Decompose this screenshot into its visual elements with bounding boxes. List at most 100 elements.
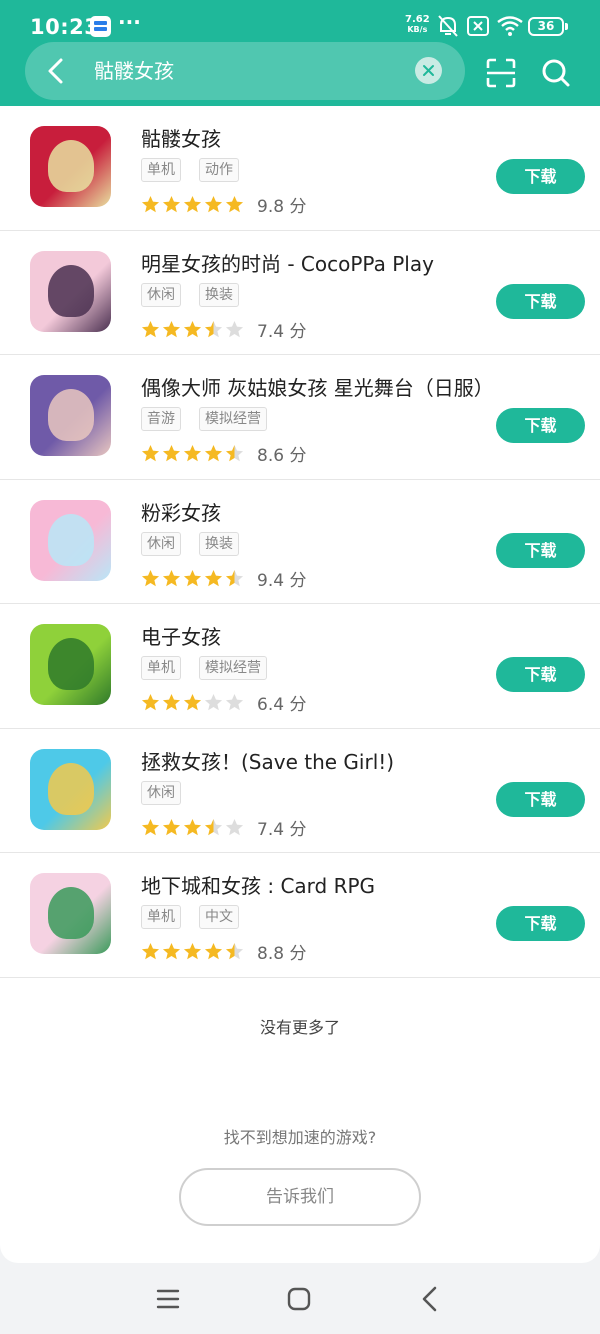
game-icon[interactable] [30,873,111,954]
star-icon [141,569,160,586]
game-tag: 单机 [141,158,181,182]
game-name[interactable]: 骷髅女孩 [141,123,221,152]
star-icon [225,818,244,835]
game-icon[interactable] [30,375,111,456]
download-button[interactable]: 下载 [496,408,585,443]
game-name[interactable]: 电子女孩 [141,621,221,650]
star-icon [225,195,244,213]
game-icon-art [48,264,94,317]
star-icon [225,942,244,960]
recent-apps-icon[interactable] [156,1287,180,1311]
star-icon [162,320,181,337]
game-icon-art [48,140,94,192]
search-bar[interactable] [25,42,465,100]
game-rating: 7.4 分 [141,815,306,840]
no-more-label: 没有更多了 [259,1018,340,1037]
game-row[interactable]: 明星女孩的时尚 - CocoPPa Play 休闲 换装 7.4 分 下载 [0,231,600,355]
game-icon[interactable] [30,499,111,581]
game-tag: 休闲 [141,282,181,307]
download-button[interactable]: 下载 [496,906,585,941]
star-icon [183,942,202,960]
game-icon-art [48,389,94,441]
game-icon[interactable] [30,624,111,705]
game-score: 9.8 分 [257,197,307,217]
star-icon [162,942,181,960]
nav-back-icon[interactable] [420,1285,440,1313]
game-name[interactable]: 拯救女孩！(Save the Girl!) [141,746,394,775]
more-notifications-icon: ··· [118,10,141,34]
game-rating: 7.4 分 [141,317,306,342]
battery-icon: 36 [528,17,568,36]
star-icon [162,569,181,586]
game-icon-art [48,762,94,815]
system-nav-bar [0,1263,600,1334]
game-tag: 单机 [141,905,181,929]
game-tag: 单机 [141,656,181,680]
game-rating: 8.6 分 [141,441,306,466]
game-tag: 音游 [141,407,181,431]
star-icon [141,444,160,462]
game-tags: 单机 中文 [141,905,239,929]
game-row[interactable]: 偶像大师 灰姑娘女孩 星光舞台（日服） 音游 模拟经营 8.6 分 下载 [0,355,600,480]
search-icon[interactable] [541,58,571,88]
game-tags: 休闲 换装 [141,282,239,307]
game-row[interactable]: 粉彩女孩休闲 换装 9.4 分 下载 [0,480,600,604]
game-row[interactable]: 拯救女孩！(Save the Girl!) 休闲 7.4 分 下载 [0,729,600,853]
star-icon [141,942,160,960]
download-button[interactable]: 下载 [496,657,585,692]
game-tags: 单机 动作 [141,158,239,182]
game-icon[interactable] [30,126,111,207]
star-icon [141,320,160,337]
home-icon[interactable] [287,1287,311,1311]
close-icon [423,65,434,76]
game-score: 8.6 分 [257,446,307,466]
game-row[interactable]: 地下城和女孩 : Card RPG 单机 中文 8.8 分 下载 [0,853,600,978]
game-tag: 模拟经营 [199,656,267,680]
game-tag: 休闲 [141,780,181,805]
star-icon [141,818,160,835]
game-name[interactable]: 偶像大师 灰姑娘女孩 星光舞台（日服） [141,372,494,401]
mute-bell-icon [438,15,458,37]
star-icon [225,320,244,337]
game-rating: 6.4 分 [141,690,306,715]
download-button[interactable]: 下载 [496,283,585,319]
game-name[interactable]: 明星女孩的时尚 - CocoPPa Play [141,248,434,277]
game-icon-art [48,513,94,566]
game-score: 7.4 分 [257,819,307,840]
star-icon [162,818,181,835]
game-score: 9.4 分 [257,570,307,591]
game-rating: 9.4 分 [141,566,306,591]
star-icon [204,818,223,835]
game-row[interactable]: 骷髅女孩单机 动作 9.8 分 下载 [0,106,600,231]
game-icon[interactable] [30,748,111,830]
network-speed: 7.62 KB/s [405,14,430,35]
game-icon[interactable] [30,250,111,332]
search-input[interactable]: 骷髅女孩 [94,56,174,86]
game-tag: 动作 [199,158,239,182]
game-tags: 休闲 [141,780,181,805]
star-icon [162,195,181,213]
clear-search-button[interactable] [415,57,442,84]
download-button[interactable]: 下载 [496,159,585,194]
star-icon [204,693,223,711]
game-tags: 休闲 换装 [141,531,239,556]
game-name[interactable]: 粉彩女孩 [141,497,221,526]
star-icon [204,444,223,462]
back-arrow-icon[interactable] [42,56,72,86]
game-tag: 休闲 [141,531,181,556]
download-button[interactable]: 下载 [496,781,585,817]
game-score: 8.8 分 [257,944,307,964]
star-icon [204,320,223,337]
star-icon [183,320,202,337]
scan-icon[interactable] [486,58,516,88]
game-icon-art [48,638,94,690]
tell-us-button[interactable]: 告诉我们 [179,1168,421,1226]
game-rating: 9.8 分 [141,192,306,217]
notification-app-icon [90,16,111,37]
game-row[interactable]: 电子女孩单机 模拟经营 6.4 分 下载 [0,604,600,729]
game-name[interactable]: 地下城和女孩 : Card RPG [141,870,375,899]
game-tag: 中文 [199,905,239,929]
star-icon [141,195,160,213]
star-icon [225,693,244,711]
download-button[interactable]: 下载 [496,532,585,568]
